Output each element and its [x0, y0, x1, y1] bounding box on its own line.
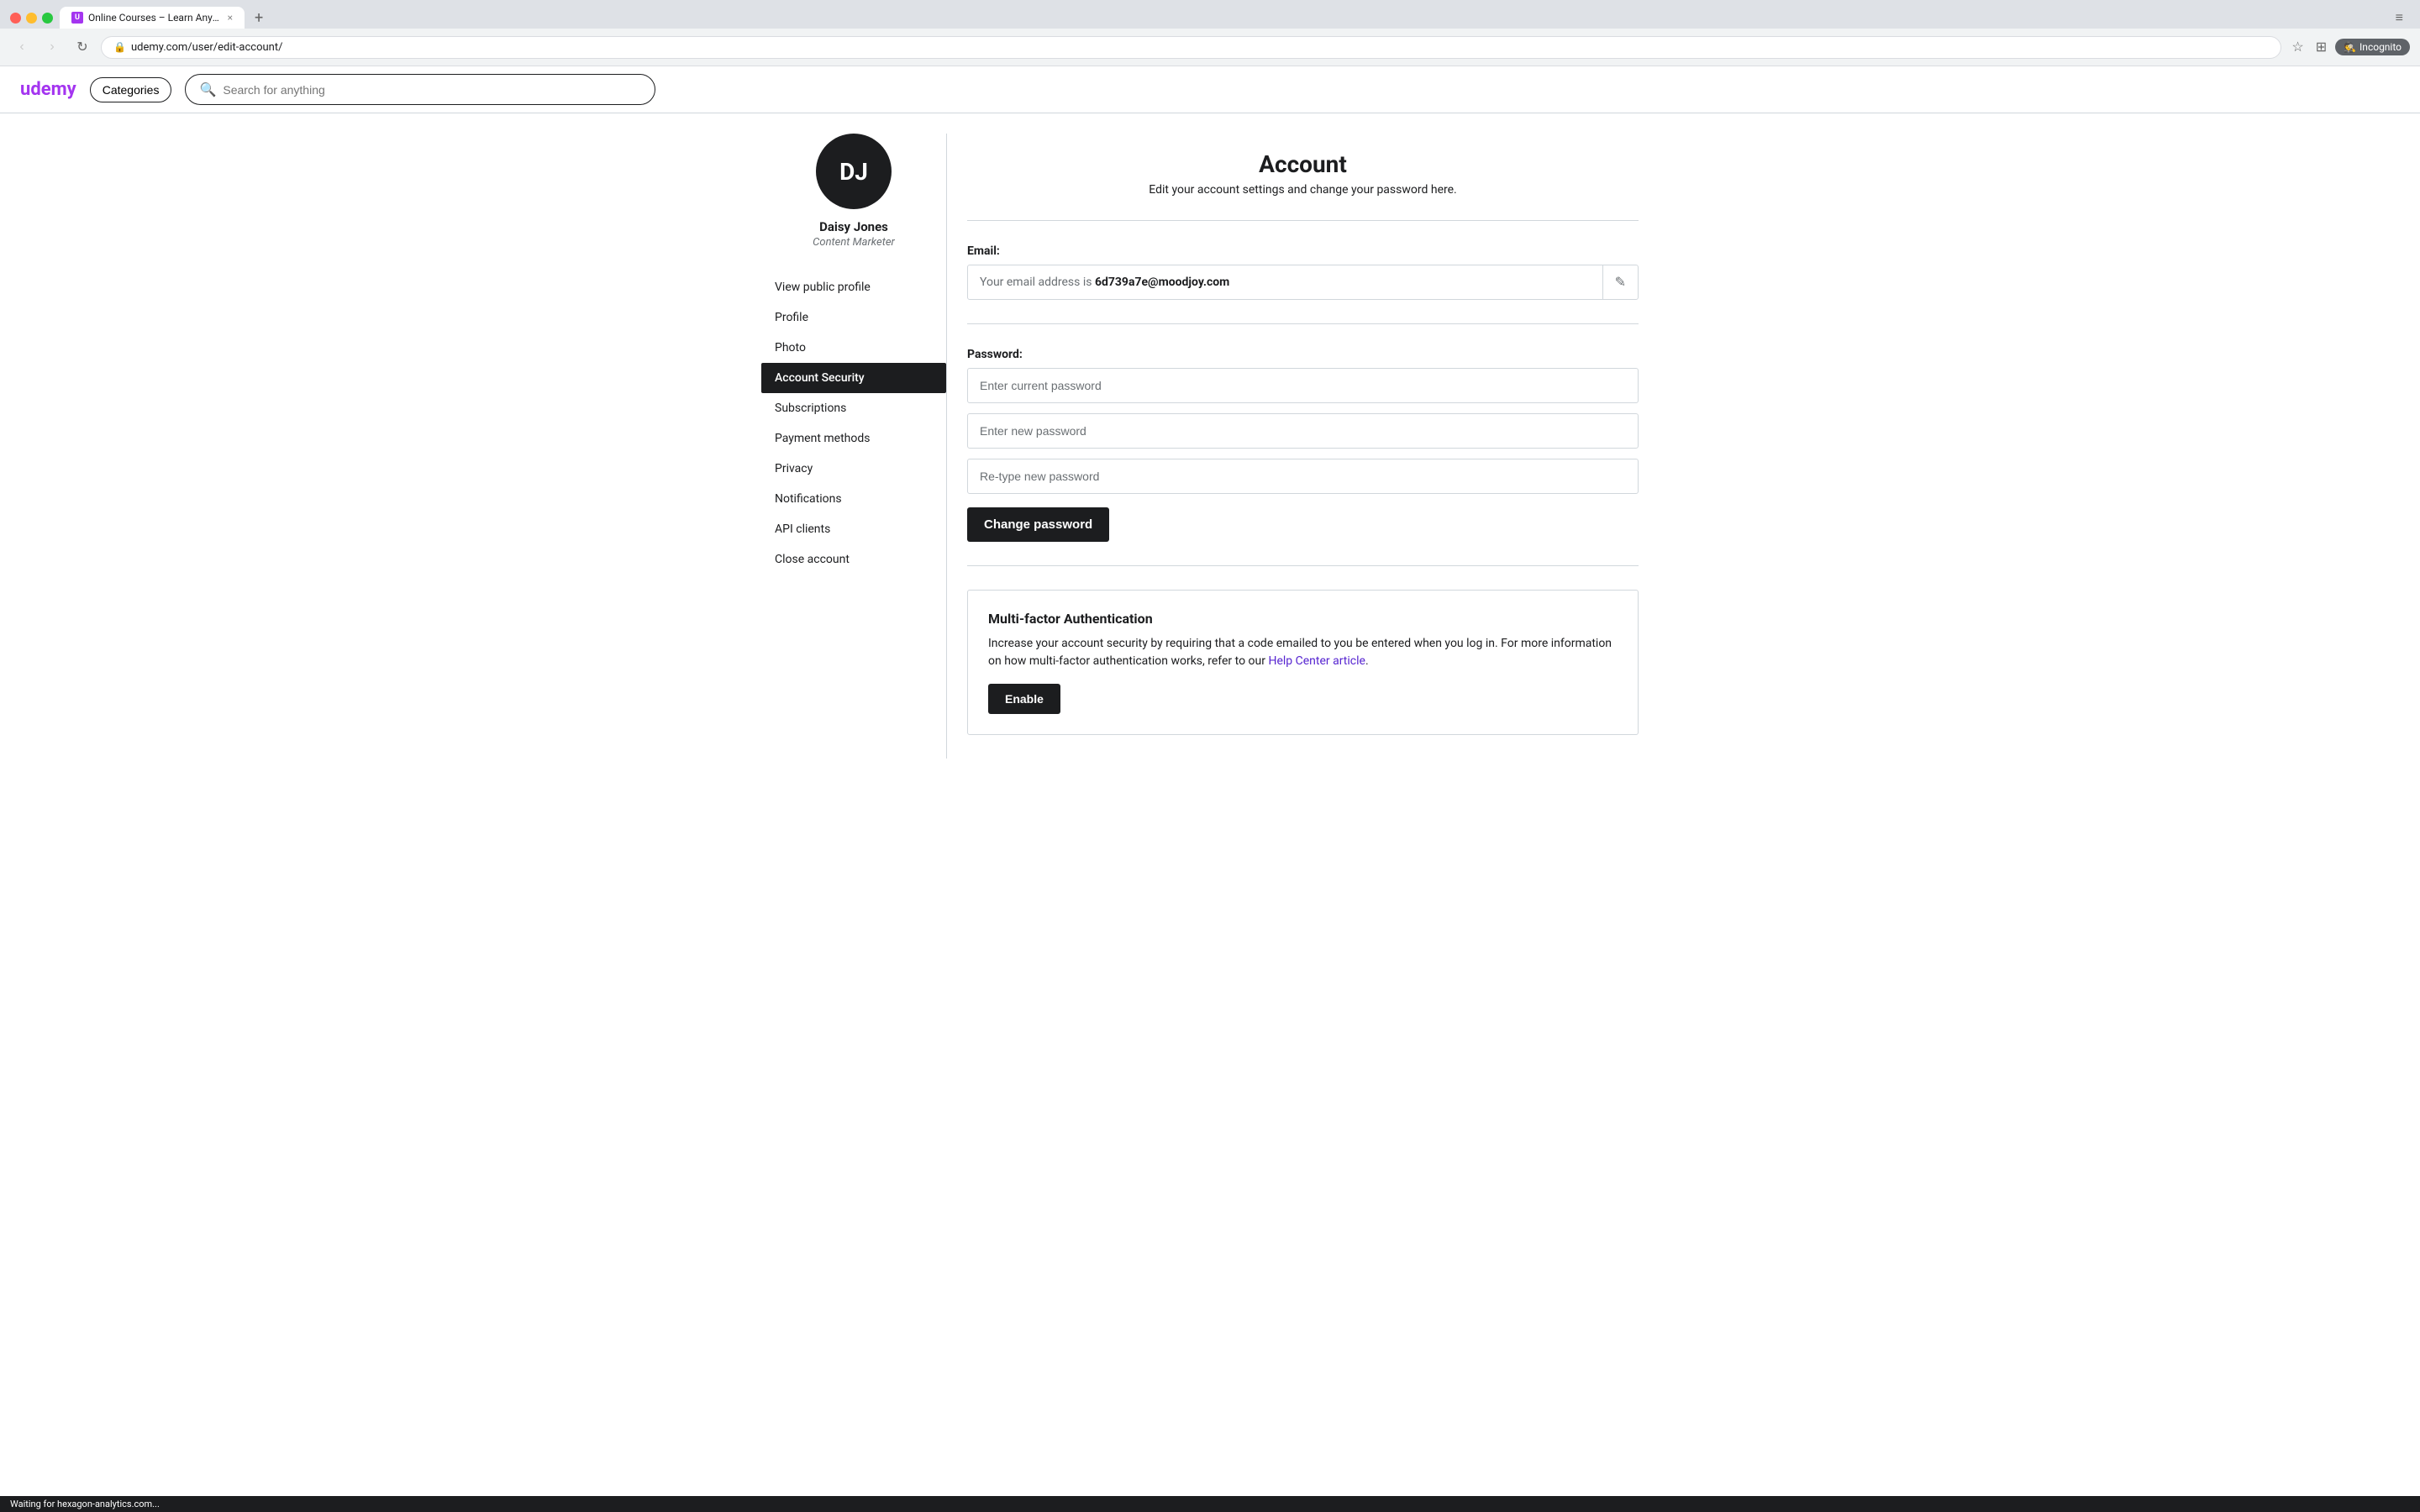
mfa-desc-text2: . — [1365, 654, 1369, 668]
sidebar-item-view-public-profile[interactable]: View public profile — [761, 272, 946, 302]
tab-bar: U Online Courses – Learn Anyth... × + ≡ — [60, 7, 2410, 29]
main-content: Account Edit your account settings and c… — [946, 134, 1659, 759]
password-label: Password: — [967, 348, 1639, 361]
sidebar-item-account-security[interactable]: Account Security — [761, 363, 946, 393]
page-content: udemy Categories 🔍 DJ Daisy Jones Conten… — [0, 66, 2420, 1504]
sidebar: DJ Daisy Jones Content Marketer View pub… — [761, 134, 946, 759]
bookmark-button[interactable]: ☆ — [2288, 35, 2307, 59]
new-password-input[interactable] — [967, 413, 1639, 449]
tab-title: Online Courses – Learn Anyth... — [88, 12, 223, 24]
mfa-description: Increase your account security by requir… — [988, 635, 1618, 670]
traffic-lights — [10, 13, 53, 24]
change-password-button[interactable]: Change password — [967, 507, 1109, 542]
tab-close-button[interactable]: × — [228, 12, 233, 24]
sidebar-item-subscriptions[interactable]: Subscriptions — [761, 393, 946, 423]
logo-text: udemy — [20, 79, 76, 100]
account-header: Account Edit your account settings and c… — [967, 134, 1639, 221]
retype-password-input[interactable] — [967, 459, 1639, 494]
avatar: DJ — [816, 134, 892, 209]
url-text: udemy.com/user/edit-account/ — [131, 41, 2269, 54]
current-password-input[interactable] — [967, 368, 1639, 403]
close-window-button[interactable] — [10, 13, 21, 24]
minimize-window-button[interactable] — [26, 13, 37, 24]
email-prefix: Your email address is — [980, 276, 1095, 289]
email-display: Your email address is 6d739a7e@moodjoy.c… — [968, 265, 1602, 299]
sidebar-item-close-account[interactable]: Close account — [761, 544, 946, 575]
email-section: Email: Your email address is 6d739a7e@mo… — [967, 221, 1639, 324]
user-title: Content Marketer — [813, 236, 895, 249]
sidebar-item-payment-methods[interactable]: Payment methods — [761, 423, 946, 454]
email-address: 6d739a7e@moodjoy.com — [1095, 276, 1229, 289]
help-center-link[interactable]: Help Center article — [1268, 654, 1365, 668]
search-icon: 🔍 — [199, 81, 216, 97]
mfa-title: Multi-factor Authentication — [988, 611, 1618, 627]
page-subtitle: Edit your account settings and change yo… — [967, 183, 1639, 197]
forward-button[interactable]: › — [40, 35, 64, 59]
tab-favicon: U — [71, 12, 83, 24]
sidebar-nav: View public profile Profile Photo Accoun… — [761, 272, 946, 575]
new-tab-button[interactable]: + — [248, 8, 270, 29]
back-button[interactable]: ‹ — [10, 35, 34, 59]
reload-button[interactable]: ↻ — [71, 35, 94, 59]
sidebar-item-profile[interactable]: Profile — [761, 302, 946, 333]
page-title: Account — [967, 150, 1639, 178]
enable-mfa-button[interactable]: Enable — [988, 684, 1060, 714]
maximize-window-button[interactable] — [42, 13, 53, 24]
incognito-badge: 🕵 Incognito — [2335, 39, 2410, 55]
tab-menu-button[interactable]: ≡ — [2389, 8, 2410, 28]
active-tab[interactable]: U Online Courses – Learn Anyth... × — [60, 7, 245, 29]
email-label: Email: — [967, 244, 1639, 258]
sidebar-item-notifications[interactable]: Notifications — [761, 484, 946, 514]
toolbar-actions: ☆ ⊞ 🕵 Incognito — [2288, 35, 2410, 59]
lock-icon: 🔒 — [113, 41, 126, 53]
incognito-icon: 🕵 — [2344, 41, 2356, 53]
title-bar: U Online Courses – Learn Anyth... × + ≡ — [0, 0, 2420, 29]
email-field-wrapper: Your email address is 6d739a7e@moodjoy.c… — [967, 265, 1639, 300]
search-bar[interactable]: 🔍 — [185, 74, 655, 105]
sidebar-item-photo[interactable]: Photo — [761, 333, 946, 363]
user-name: Daisy Jones — [819, 219, 888, 234]
url-bar[interactable]: 🔒 udemy.com/user/edit-account/ — [101, 36, 2281, 59]
grid-button[interactable]: ⊞ — [2312, 35, 2330, 59]
sidebar-item-api-clients[interactable]: API clients — [761, 514, 946, 544]
mfa-section: Multi-factor Authentication Increase you… — [967, 566, 1639, 759]
incognito-label: Incognito — [2360, 41, 2402, 53]
browser-toolbar: ‹ › ↻ 🔒 udemy.com/user/edit-account/ ☆ ⊞… — [0, 29, 2420, 66]
password-section: Password: Change password — [967, 324, 1639, 566]
status-text: Waiting for hexagon-analytics.com... — [10, 1499, 160, 1509]
status-bar: Waiting for hexagon-analytics.com... — [0, 1496, 2420, 1512]
udemy-logo[interactable]: udemy — [20, 79, 76, 100]
mfa-box: Multi-factor Authentication Increase you… — [967, 590, 1639, 735]
browser-chrome: U Online Courses – Learn Anyth... × + ≡ … — [0, 0, 2420, 66]
search-input[interactable] — [223, 83, 641, 97]
site-header: udemy Categories 🔍 — [0, 66, 2420, 113]
avatar-section: DJ Daisy Jones Content Marketer — [761, 134, 946, 265]
edit-email-button[interactable]: ✎ — [1602, 265, 1638, 299]
categories-button[interactable]: Categories — [90, 77, 172, 102]
sidebar-item-privacy[interactable]: Privacy — [761, 454, 946, 484]
main-layout: DJ Daisy Jones Content Marketer View pub… — [748, 113, 1672, 779]
